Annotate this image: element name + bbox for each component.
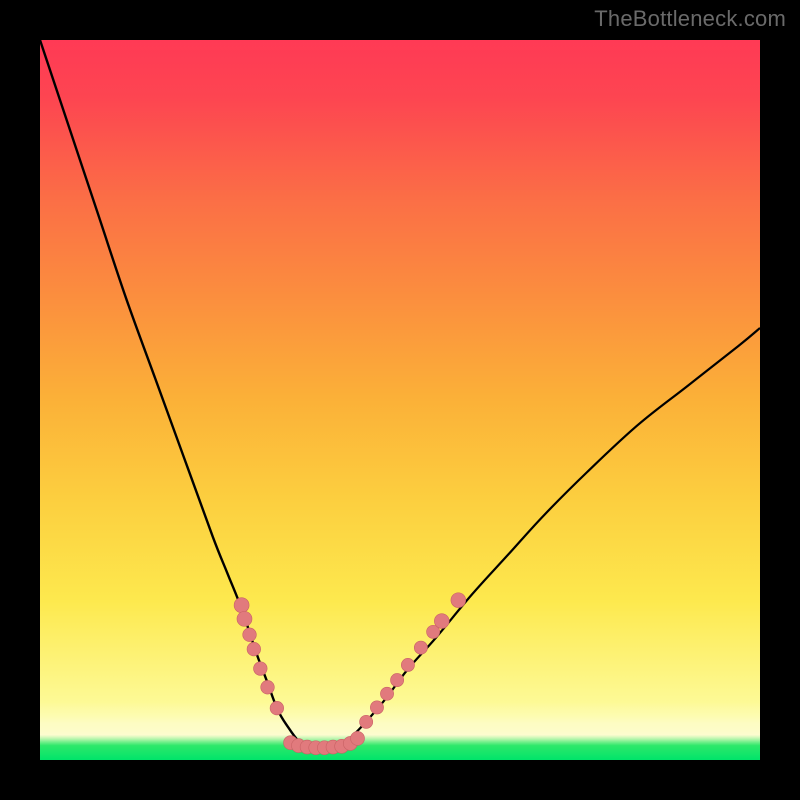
watermark-text: TheBottleneck.com bbox=[594, 6, 786, 32]
data-marker bbox=[261, 680, 275, 694]
data-marker bbox=[237, 611, 252, 626]
curve-layer bbox=[40, 40, 760, 760]
data-marker bbox=[401, 658, 414, 671]
data-marker bbox=[414, 641, 427, 654]
data-marker bbox=[370, 701, 383, 714]
data-marker bbox=[451, 593, 466, 608]
data-marker bbox=[380, 687, 393, 700]
data-marker bbox=[254, 662, 268, 676]
data-marker bbox=[234, 598, 249, 613]
data-marker bbox=[434, 614, 449, 629]
marker-group bbox=[234, 593, 466, 755]
data-marker bbox=[391, 673, 404, 686]
data-marker bbox=[270, 701, 284, 715]
plot-area bbox=[40, 40, 760, 760]
data-marker bbox=[247, 642, 261, 656]
data-marker bbox=[360, 715, 373, 728]
data-marker bbox=[243, 628, 257, 642]
chart-frame: TheBottleneck.com bbox=[0, 0, 800, 800]
left-curve bbox=[40, 40, 306, 747]
data-marker bbox=[351, 731, 365, 745]
